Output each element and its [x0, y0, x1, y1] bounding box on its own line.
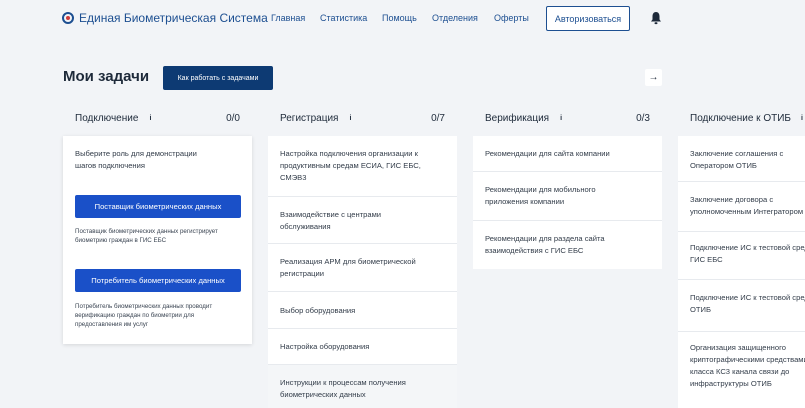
column-header-verification: Верификация i 0/3 — [485, 110, 650, 126]
consumer-desc-line: верификацию граждан по биометрии для — [75, 312, 195, 319]
consumer-desc-line: предоставления им услуг — [75, 321, 149, 328]
bell-icon[interactable] — [650, 11, 662, 25]
task-item[interactable]: Настройка оборудования — [268, 329, 457, 365]
task-item[interactable]: Заключение договора с уполномоченным Инт… — [678, 182, 805, 232]
info-icon[interactable]: i — [799, 115, 805, 122]
task-item[interactable]: Реализация АРМ для биометрической регист… — [268, 244, 457, 292]
column-title: Верификация — [485, 112, 550, 124]
ebs-logo-icon — [62, 12, 74, 24]
provider-role-button[interactable]: Поставщик биометрических данных — [75, 195, 241, 218]
column-header-connection: Подключение i 0/0 — [75, 110, 240, 126]
role-select-card: Выберите роль для демонстрации шагов под… — [63, 136, 252, 344]
role-intro-line: шагов подключения — [75, 161, 145, 170]
nav-link-statistics[interactable]: Статистика — [320, 13, 367, 23]
task-item[interactable]: Заключение соглашения с Оператором ОТИБ — [678, 136, 805, 182]
consumer-role-button[interactable]: Потребитель биометрических данных — [75, 269, 241, 292]
provider-desc-line: биометрию граждан в ГИС ЕБС — [75, 237, 167, 244]
column-count: 0/0 — [226, 112, 240, 124]
registration-task-list: Настройка подключения организации к прод… — [268, 136, 457, 408]
nav-link-branches[interactable]: Отделения — [432, 13, 478, 23]
column-title: Регистрация — [280, 112, 339, 124]
column-header-otib: Подключение к ОТИБ i — [690, 110, 805, 126]
column-title: Подключение — [75, 112, 139, 124]
verification-task-list: Рекомендации для сайта компании Рекоменд… — [473, 136, 662, 269]
task-item[interactable]: Выбор оборудования — [268, 292, 457, 329]
task-item[interactable]: Организация защищенного криптографически… — [678, 332, 805, 408]
nav-link-help[interactable]: Помощь — [382, 13, 417, 23]
top-header: Единая Биометрическая Система Главная Ст… — [0, 0, 805, 40]
page-title: Мои задачи — [63, 68, 150, 85]
otib-task-list: Заключение соглашения с Оператором ОТИБ … — [678, 136, 805, 408]
how-to-work-button[interactable]: Как работать с задачами — [163, 66, 273, 90]
task-item[interactable]: Рекомендации для мобильного приложения к… — [473, 172, 662, 221]
task-item[interactable]: Подключение ИС к тестовой среде ГИС ЕБС — [678, 232, 805, 280]
consumer-desc-line: Потребитель биометрических данных провод… — [75, 303, 213, 310]
task-item[interactable]: Взаимодействие с центрами обслуживания — [268, 197, 457, 244]
info-icon[interactable]: i — [346, 115, 354, 122]
task-item[interactable]: Подключение ИС к тестовой среде ОТИБ — [678, 280, 805, 332]
column-count: 0/3 — [636, 112, 650, 124]
login-button[interactable]: Авторизоваться — [546, 6, 630, 31]
column-count: 0/7 — [431, 112, 445, 124]
column-header-registration: Регистрация i 0/7 — [280, 110, 445, 126]
logo-text: Единая Биометрическая Система — [79, 11, 268, 25]
task-item[interactable]: Рекомендации для раздела сайта взаимодей… — [473, 221, 662, 269]
nav-link-offers[interactable]: Оферты — [494, 13, 529, 23]
task-item[interactable]: Настройка подключения организации к прод… — [268, 136, 457, 197]
next-columns-button[interactable]: → — [645, 69, 662, 86]
task-item[interactable]: Инструкции к процессам получения биометр… — [268, 365, 457, 408]
task-item[interactable]: Рекомендации для сайта компании — [473, 136, 662, 172]
column-title: Подключение к ОТИБ — [690, 112, 791, 124]
provider-desc-line: Поставщик биометрических данных регистри… — [75, 228, 218, 235]
logo[interactable]: Единая Биометрическая Система — [62, 11, 268, 25]
role-intro-line: Выберите роль для демонстрации — [75, 149, 197, 158]
info-icon[interactable]: i — [146, 115, 154, 122]
arrow-right-icon: → — [648, 72, 659, 83]
nav-link-home[interactable]: Главная — [271, 13, 305, 23]
info-icon[interactable]: i — [557, 115, 565, 122]
